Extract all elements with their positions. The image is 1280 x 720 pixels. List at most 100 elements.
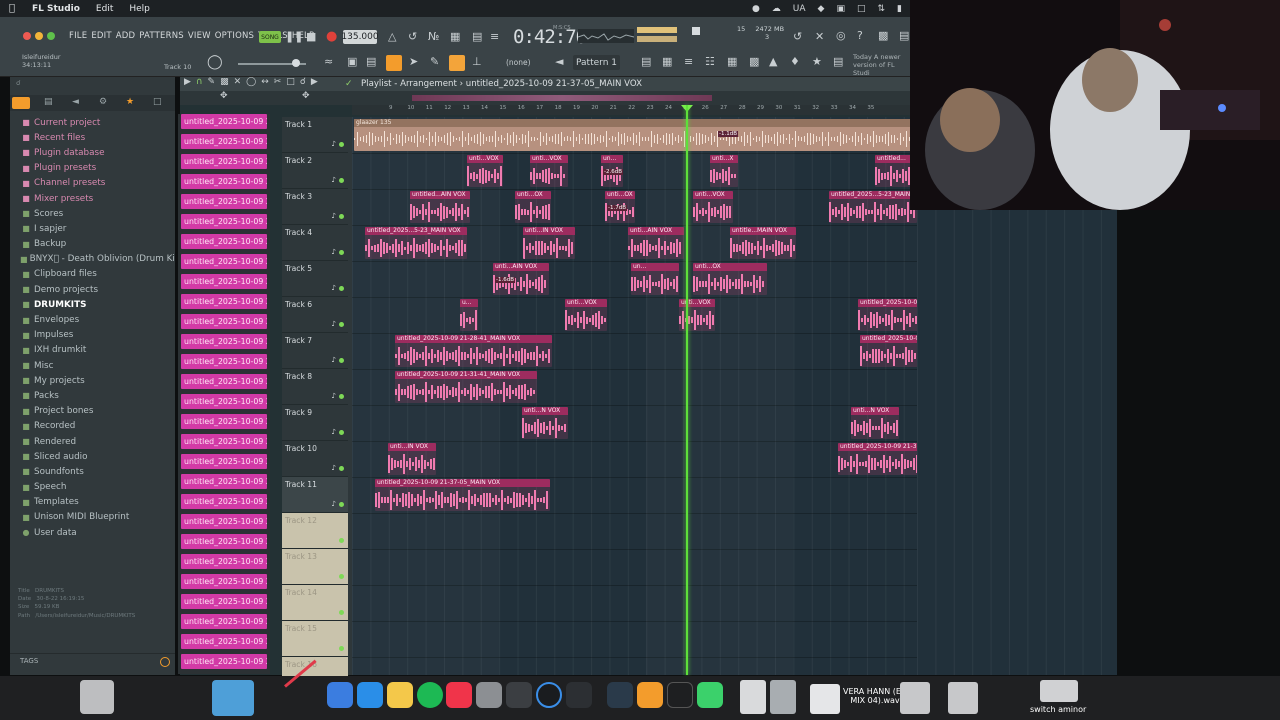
track-mute-led[interactable] — [339, 322, 344, 327]
channel-picker-item[interactable]: untitled_2025-10-09 21... — [181, 374, 267, 389]
magnet-icon[interactable]: ∩ — [196, 77, 203, 87]
track-mute-led[interactable] — [339, 538, 344, 543]
zoom-window-button[interactable] — [47, 32, 55, 40]
music-file-icon[interactable] — [80, 680, 114, 714]
audio-clip[interactable]: unti...N VOX — [522, 407, 568, 439]
channel-picker-item[interactable]: untitled_2025-10-09 21... — [181, 434, 267, 449]
audio-clip[interactable]: untitled_2025-10-09 21-31-41_MAIN VOX — [860, 335, 917, 367]
audio-clip[interactable]: untitled_2025...5-23_MAIN VOX — [829, 191, 917, 223]
track-header[interactable]: Track 5 ♪ — [282, 261, 348, 297]
browser-item[interactable]: ■ Recent files — [10, 130, 175, 145]
channel-picker-item[interactable]: untitled_2025-10-09 21... — [181, 654, 267, 669]
audio-clip[interactable]: untitled_2025-10-09 21-37-05_MAIN VOX — [375, 479, 550, 511]
trash-icon[interactable] — [770, 680, 796, 714]
audio-clip[interactable]: unti...OX -1.7dB — [605, 191, 635, 223]
browser-search-icon[interactable]: ☌ — [16, 79, 21, 87]
browser-item[interactable]: ■ Project bones — [10, 404, 175, 419]
messages-icon[interactable] — [697, 682, 723, 708]
pause-icon[interactable]: ❚❚ — [285, 30, 303, 43]
safari-icon[interactable] — [357, 682, 383, 708]
overview-selection[interactable] — [412, 95, 712, 101]
tempo-display[interactable]: 135.000 — [341, 30, 379, 44]
track-mute-led[interactable] — [339, 142, 344, 147]
loop-record-icon[interactable]: ↺ — [408, 30, 417, 43]
piano-roll-icon[interactable]: ▦ — [662, 55, 672, 68]
channel-picker-item[interactable]: untitled_2025-10-09 21... — [181, 614, 267, 629]
music-icon[interactable] — [446, 682, 472, 708]
audio-app-icon[interactable] — [506, 682, 532, 708]
track-header[interactable]: Track 14 — [282, 585, 348, 621]
record-icon[interactable]: ● — [326, 29, 337, 44]
mute-tool-icon[interactable]: ◯ — [246, 77, 256, 87]
audio-clip[interactable]: unti...VOX — [693, 191, 733, 223]
screen-icon[interactable]: □ — [857, 4, 866, 14]
playback-tool-icon[interactable]: ▶ — [311, 77, 318, 87]
apple-menu-icon[interactable]:  — [0, 3, 24, 14]
paint-tool-icon[interactable]: ▩ — [220, 77, 229, 87]
browser-item[interactable]: ■ Recorded — [10, 419, 175, 434]
playlist-arrow-icon[interactable]: ✓ — [345, 79, 353, 89]
browser-folder-icon[interactable]: □ — [153, 97, 162, 107]
arrange-icon[interactable]: ▤ — [366, 55, 376, 68]
pattern-filter[interactable]: (none) — [506, 58, 531, 67]
save-icon[interactable]: ▩ — [878, 29, 888, 42]
song-mode-toggle[interactable]: SONG — [259, 31, 281, 43]
playlist-mode-button[interactable] — [386, 55, 402, 71]
tags-search-icon[interactable] — [160, 657, 170, 667]
slip-tool-icon[interactable]: ↔ — [261, 77, 269, 87]
track-mute-led[interactable] — [339, 214, 344, 219]
draw-tool-icon[interactable]: ✎ — [208, 77, 216, 87]
audio-clip[interactable]: unti...OX — [693, 263, 767, 295]
cut-icon[interactable]: ✕ — [815, 30, 824, 43]
render-icon[interactable]: ▤ — [899, 29, 909, 42]
channel-picker-item[interactable]: untitled_2025-10-09 21... — [181, 414, 267, 429]
loop-app-icon[interactable] — [536, 682, 562, 708]
track-mute-led[interactable] — [339, 358, 344, 363]
track-mute-led[interactable] — [339, 610, 344, 615]
browser-item[interactable]: ■ Rendered — [10, 434, 175, 449]
update-hint[interactable]: Today A newer version of FL Studi — [853, 53, 910, 77]
blend-notes-icon[interactable]: ▤ — [472, 30, 482, 43]
audio-clip[interactable]: unti...N VOX — [851, 407, 899, 439]
menu-add[interactable]: ADD — [114, 31, 138, 41]
multilink-icon[interactable]: ≡ — [490, 30, 499, 43]
menu-view[interactable]: VIEW — [186, 31, 213, 41]
channel-picker-item[interactable]: untitled_2025-10-09 21... — [181, 274, 267, 289]
audio-clip[interactable]: unti...AIN VOX -1.6dB — [493, 263, 549, 295]
track-mute-led[interactable] — [339, 286, 344, 291]
track-header[interactable]: Track 4 ♪ — [282, 225, 348, 261]
audio-clip[interactable]: untitled_2025...5-23_MAIN VOX — [365, 227, 467, 259]
status-icon[interactable]: ● — [752, 4, 760, 14]
master-volume-handle[interactable] — [292, 59, 300, 67]
track-mute-led[interactable] — [339, 502, 344, 507]
track-mute-led[interactable] — [339, 646, 344, 651]
audio-clip[interactable]: unti...VOX — [679, 299, 715, 331]
audio-clip[interactable]: un... — [631, 263, 679, 295]
finder-icon[interactable] — [327, 682, 353, 708]
pattern-list-icon[interactable]: ▤ — [641, 55, 651, 68]
channel-picker-item[interactable]: untitled_2025-10-09 21... — [181, 494, 267, 509]
browser-item[interactable]: ■ BNYX  - Death Oblivion (Drum Kit) 2 — [10, 252, 175, 267]
browser-item[interactable]: ■ My projects — [10, 373, 175, 388]
browser-item[interactable]: ■ Channel presets — [10, 176, 175, 191]
mixer-window-icon[interactable]: ☷ — [705, 55, 715, 68]
link-toggle-button[interactable] — [449, 55, 465, 71]
spotify-icon[interactable] — [417, 682, 443, 708]
channel-picker-item[interactable]: untitled_2025-10-09 21... — [181, 254, 267, 269]
track-mute-led[interactable] — [339, 178, 344, 183]
track-header[interactable]: Track 7 ♪ — [282, 333, 348, 369]
audio-clip[interactable]: unti...X — [710, 155, 738, 187]
channel-picker-item[interactable]: untitled_2025-10-09 21... — [181, 474, 267, 489]
track-header[interactable]: Track 11 ♪ — [282, 477, 348, 513]
shop-icon[interactable]: ★ — [812, 55, 822, 68]
track-mute-led[interactable] — [339, 250, 344, 255]
browser-item[interactable]: ■ Demo projects — [10, 282, 175, 297]
mixer-icon[interactable]: ▣ — [347, 55, 357, 68]
browser-item[interactable]: ■ Plugin presets — [10, 161, 175, 176]
piano-icon[interactable] — [667, 682, 693, 708]
track-mute-led[interactable] — [339, 430, 344, 435]
channel-picker-item[interactable]: untitled_2025-10-09 21... — [181, 354, 267, 369]
tags-label[interactable]: TAGS — [20, 657, 38, 665]
menubar-edit[interactable]: Edit — [88, 4, 121, 14]
wave-icon[interactable]: ≈ — [324, 55, 333, 68]
